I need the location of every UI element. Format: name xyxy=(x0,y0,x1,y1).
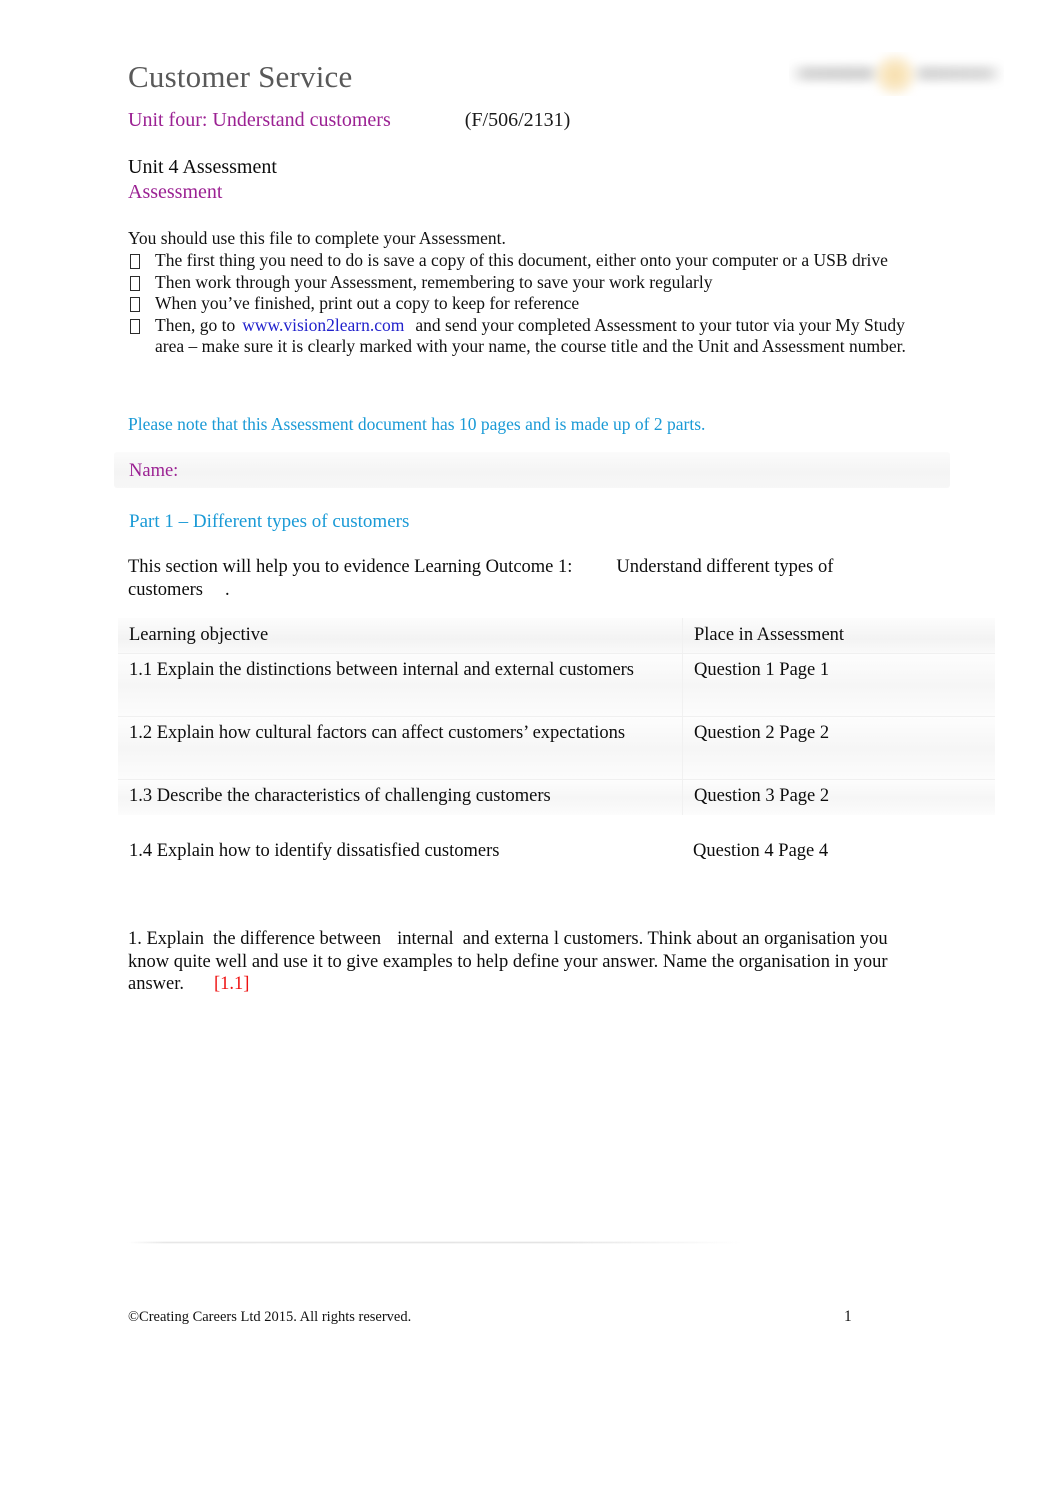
section-intro-c: customers xyxy=(128,579,204,600)
page-title: Customer Service xyxy=(128,59,353,94)
question-1-part-d: and xyxy=(462,929,490,949)
assessment-heading-line1: Unit 4 Assessment xyxy=(128,156,277,178)
column-header-place: Place in Assessment xyxy=(682,618,995,653)
question-1-part-c: internal xyxy=(397,929,454,949)
section-intro-a: This section will help you to evidence L… xyxy=(128,557,573,577)
learning-objective-table: Learning objective Place in Assessment 1… xyxy=(118,618,995,815)
bullet-box-icon xyxy=(130,275,140,291)
list-item-label: When you’ve finished, print out a copy t… xyxy=(155,293,580,313)
instruction-list: The first thing you need to do is save a… xyxy=(128,250,918,357)
table-row: 1.3 Describe the characteristics of chal… xyxy=(118,779,995,815)
footer-copyright: ©Creating Careers Ltd 2015. All rights r… xyxy=(128,1309,412,1325)
list-item: The first thing you need to do is save a… xyxy=(128,250,918,271)
cell-objective: 1.1 Explain the distinctions between int… xyxy=(129,660,635,680)
question-1-part-a: 1. Explain xyxy=(128,929,205,949)
vision2learn-link[interactable]: www.vision2learn.com xyxy=(242,315,404,335)
assessment-heading: Unit 4 Assessment Assessment xyxy=(128,155,277,205)
vision2learn-logo xyxy=(789,52,1004,96)
list-item-label: The first thing you need to do is save a… xyxy=(155,250,888,270)
bullet-box-icon xyxy=(130,318,140,334)
name-input[interactable] xyxy=(114,452,950,488)
name-label: Name: xyxy=(129,461,179,481)
pages-note: Please note that this Assessment documen… xyxy=(128,414,706,434)
cell-objective: 1.4 Explain how to identify dissatisfied… xyxy=(129,841,500,861)
section-intro-b: Understand different types of xyxy=(616,557,834,577)
footer-divider xyxy=(128,1242,742,1243)
question-1-part-b: the difference between xyxy=(213,929,382,949)
logo-blur-layer xyxy=(789,52,1004,96)
question-1-text: 1. Explain the difference between internal… xyxy=(128,928,918,996)
list-item: Then work through your Assessment, remem… xyxy=(128,272,918,293)
bullet-box-icon xyxy=(130,297,140,312)
unit-code: (F/506/2131) xyxy=(464,109,571,131)
bullet-box-icon xyxy=(130,254,140,269)
unit-title: Unit four: Understand customers xyxy=(128,109,391,131)
table-row: 1.4 Explain how to identify dissatisfied… xyxy=(118,840,995,863)
list-item: Then, go to www.vision2learn.com and send … xyxy=(128,315,918,357)
unit-heading: Unit four: Understand customers (F/506/21… xyxy=(128,107,570,133)
cell-place: Question 2 Page 2 xyxy=(682,717,995,779)
column-header-objective: Learning objective xyxy=(129,625,269,645)
cell-objective: 1.3 Describe the characteristics of chal… xyxy=(129,786,551,806)
assessment-heading-line2: Assessment xyxy=(128,181,223,203)
intro-block: You should use this file to complete you… xyxy=(128,228,918,357)
table-row: 1.1 Explain the distinctions between int… xyxy=(118,653,995,716)
cell-place: Question 3 Page 2 xyxy=(682,780,995,815)
cell-objective: 1.2 Explain how cultural factors can aff… xyxy=(129,723,626,743)
list-item: When you’ve finished, print out a copy t… xyxy=(128,293,918,314)
section-intro-text: This section will help you to evidence L… xyxy=(128,556,898,601)
intro-lead-text: You should use this file to complete you… xyxy=(128,228,506,248)
sun-icon xyxy=(874,54,916,96)
section-intro-d: . xyxy=(225,579,230,600)
assessment-criteria-ref: [1.1] xyxy=(214,974,250,994)
document-page: Customer Service Unit four: Understand c… xyxy=(0,0,1062,1506)
cell-place: Question 1 Page 1 xyxy=(682,654,995,716)
table-row: 1.2 Explain how cultural factors can aff… xyxy=(118,716,995,779)
footer-page-number: 1 xyxy=(844,1308,852,1325)
cell-place: Question 4 Page 4 xyxy=(693,841,829,861)
question-1-part-e: externa xyxy=(494,929,549,949)
list-item-prefix: Then, go to xyxy=(155,314,236,335)
list-item-label: Then work through your Assessment, remem… xyxy=(155,271,713,292)
part-1-heading: Part 1 – Different types of customers xyxy=(129,511,410,532)
table-header-row: Learning objective Place in Assessment xyxy=(118,618,995,653)
